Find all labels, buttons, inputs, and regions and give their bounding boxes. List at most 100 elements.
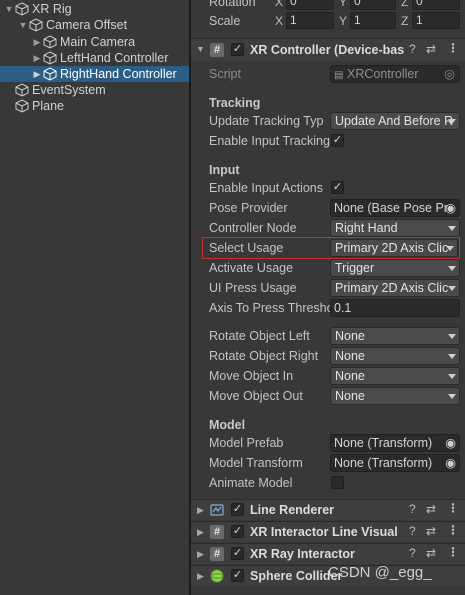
select-usage-label: Select Usage: [209, 241, 284, 255]
help-icon[interactable]: ?: [409, 546, 416, 560]
scale-y-field[interactable]: 1: [350, 12, 396, 29]
line-renderer-enabled-checkbox[interactable]: ✓: [231, 503, 244, 516]
select-usage-dropdown[interactable]: Primary 2D Axis Clic: [330, 239, 458, 257]
enable-input-tracking-label: Enable Input Tracking: [209, 134, 330, 148]
watermark-text: CSDN @_egg_: [328, 564, 432, 581]
sphere-collider-icon: [210, 569, 224, 583]
gameobject-cube-icon: [15, 83, 29, 97]
hierarchy-item-righthand-controller[interactable]: ▶ RightHand Controller: [0, 66, 189, 82]
xr-ray-interactor-header[interactable]: ▶ # ✓ XR Ray Interactor ? ⇄ ⋮: [191, 543, 465, 564]
enable-input-actions-label: Enable Input Actions: [209, 181, 323, 195]
foldout-collapsed-icon[interactable]: ▶: [197, 549, 204, 560]
hierarchy-item-eventsystem[interactable]: EventSystem: [0, 82, 189, 98]
ui-press-usage-label: UI Press Usage: [209, 281, 297, 295]
move-object-out-dropdown[interactable]: None: [330, 387, 460, 405]
xr-interactor-line-visual-header[interactable]: ▶ # ✓ XR Interactor Line Visual ? ⇄ ⋮: [191, 521, 465, 542]
controller-node-dropdown[interactable]: Right Hand: [330, 219, 460, 237]
move-object-in-dropdown[interactable]: None: [330, 367, 460, 385]
rotation-y-axis-label[interactable]: Y: [339, 0, 347, 9]
rotation-x-axis-label[interactable]: X: [275, 0, 283, 9]
expanded-arrow-icon[interactable]: ▼: [4, 4, 14, 14]
collapsed-arrow-icon[interactable]: ▶: [32, 69, 42, 79]
scale-z-field[interactable]: 1: [412, 12, 460, 29]
hierarchy-item-main-camera[interactable]: ▶ Main Camera: [0, 34, 189, 50]
rotation-x-field[interactable]: 0: [286, 0, 334, 10]
object-picker-icon[interactable]: ◉: [445, 455, 456, 471]
rotation-label: Rotation: [209, 0, 256, 9]
script-field[interactable]: ▤ XRController ◎: [330, 65, 460, 83]
model-prefab-value: None (Transform): [334, 436, 433, 450]
hierarchy-item-xr-rig[interactable]: ▼ XR Rig: [0, 1, 189, 17]
object-picker-icon[interactable]: ◎: [444, 66, 455, 82]
hierarchy-item-label: EventSystem: [32, 83, 106, 97]
update-tracking-type-dropdown[interactable]: Update And Before R: [330, 112, 460, 130]
xr-controller-enabled-checkbox[interactable]: ✓: [231, 43, 244, 56]
xr-controller-header[interactable]: ▼ # ✓ XR Controller (Device-bas ? ⇄ ⋮: [191, 38, 465, 61]
hierarchy-panel: ▼ XR Rig ▼ Camera Offset ▶ Main Camera ▶…: [0, 0, 189, 595]
model-transform-label: Model Transform: [209, 456, 303, 470]
animate-model-checkbox[interactable]: [331, 476, 344, 489]
xr-ray-interactor-enabled-checkbox[interactable]: ✓: [231, 547, 244, 560]
line-renderer-header[interactable]: ▶ ✓ Line Renderer ? ⇄ ⋮: [191, 499, 465, 520]
collapsed-arrow-icon[interactable]: ▶: [32, 53, 42, 63]
hierarchy-item-label: Main Camera: [60, 35, 136, 49]
scale-z-axis-label[interactable]: Z: [401, 14, 408, 28]
scale-y-axis-label[interactable]: Y: [339, 14, 347, 28]
update-tracking-type-label: Update Tracking Typ: [209, 114, 324, 128]
help-icon[interactable]: ?: [409, 524, 416, 538]
dropdown-caret-icon: [448, 226, 456, 231]
more-options-icon[interactable]: ⋮: [447, 41, 459, 55]
scale-x-axis-label[interactable]: X: [275, 14, 283, 28]
dropdown-caret-icon: [448, 266, 456, 271]
xr-interactor-line-visual-enabled-checkbox[interactable]: ✓: [231, 525, 244, 538]
more-options-icon[interactable]: ⋮: [447, 501, 459, 515]
move-object-in-value: None: [335, 369, 365, 383]
help-icon[interactable]: ?: [409, 502, 416, 516]
sphere-collider-enabled-checkbox[interactable]: ✓: [231, 569, 244, 582]
ui-press-usage-dropdown[interactable]: Primary 2D Axis Clic: [330, 279, 460, 297]
model-transform-field[interactable]: None (Transform) ◉: [330, 454, 460, 472]
object-picker-icon[interactable]: ◉: [445, 435, 456, 451]
hierarchy-item-plane[interactable]: Plane: [0, 98, 189, 114]
foldout-collapsed-icon[interactable]: ▶: [197, 571, 204, 582]
foldout-collapsed-icon[interactable]: ▶: [197, 527, 204, 538]
preset-icon[interactable]: ⇄: [426, 546, 436, 560]
dropdown-caret-icon: [448, 354, 456, 359]
help-icon[interactable]: ?: [409, 42, 416, 56]
dropdown-caret-icon: [448, 119, 456, 124]
scale-x-field[interactable]: 1: [286, 12, 334, 29]
activate-usage-dropdown[interactable]: Trigger: [330, 259, 460, 277]
model-prefab-field[interactable]: None (Transform) ◉: [330, 434, 460, 452]
gameobject-cube-icon: [43, 35, 57, 49]
preset-icon[interactable]: ⇄: [426, 524, 436, 538]
pose-provider-value: None (Base Pose Pr: [334, 201, 448, 215]
foldout-expanded-icon[interactable]: ▼: [196, 44, 205, 54]
more-options-icon[interactable]: ⋮: [447, 523, 459, 537]
rotation-y-field[interactable]: 0: [350, 0, 396, 10]
hierarchy-item-label: XR Rig: [32, 2, 72, 16]
rotate-object-left-dropdown[interactable]: None: [330, 327, 460, 345]
preset-icon[interactable]: ⇄: [426, 502, 436, 516]
enable-input-actions-checkbox[interactable]: ✓: [331, 181, 344, 194]
object-picker-icon[interactable]: ◉: [445, 200, 456, 216]
pose-provider-field[interactable]: None (Base Pose Pr ◉: [330, 199, 460, 217]
script-label: Script: [209, 67, 241, 81]
hierarchy-item-label: RightHand Controller: [60, 67, 177, 81]
rotate-object-right-dropdown[interactable]: None: [330, 347, 460, 365]
move-object-in-label: Move Object In: [209, 369, 294, 383]
rotation-z-axis-label[interactable]: Z: [401, 0, 408, 9]
preset-icon[interactable]: ⇄: [426, 42, 436, 56]
enable-input-tracking-checkbox[interactable]: ✓: [331, 134, 344, 147]
foldout-collapsed-icon[interactable]: ▶: [197, 505, 204, 516]
hierarchy-item-camera-offset[interactable]: ▼ Camera Offset: [0, 17, 189, 33]
model-section-header: Model: [209, 418, 246, 432]
rotation-z-field[interactable]: 0: [412, 0, 460, 10]
hierarchy-item-lefthand-controller[interactable]: ▶ LeftHand Controller: [0, 50, 189, 66]
collapsed-arrow-icon[interactable]: ▶: [32, 37, 42, 47]
more-options-icon[interactable]: ⋮: [447, 545, 459, 559]
expanded-arrow-icon[interactable]: ▼: [18, 20, 28, 30]
gameobject-cube-icon: [29, 18, 43, 32]
rotate-object-left-label: Rotate Object Left: [209, 329, 310, 343]
ui-press-usage-value: Primary 2D Axis Clic: [335, 281, 449, 295]
axis-to-press-threshold-field[interactable]: 0.1: [330, 299, 460, 317]
